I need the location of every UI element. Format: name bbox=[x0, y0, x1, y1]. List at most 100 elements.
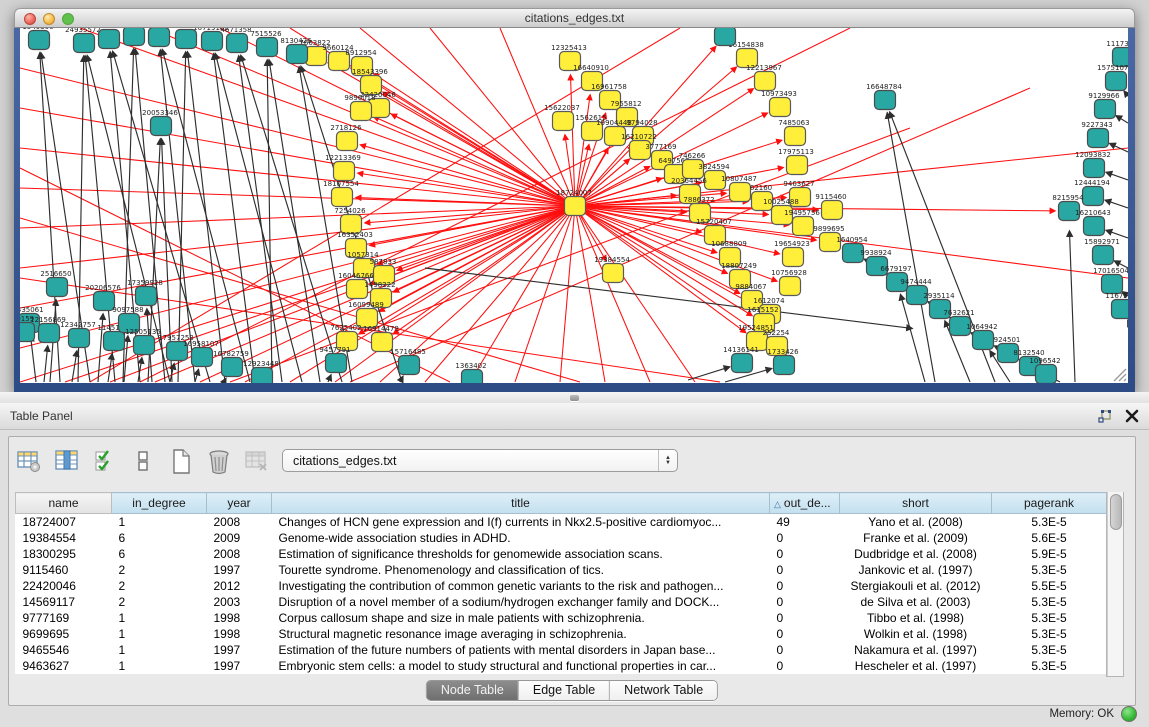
divider-handle-icon[interactable] bbox=[570, 395, 579, 401]
table-cell[interactable]: 6 bbox=[112, 546, 207, 562]
table-cell[interactable]: 5.3E-5 bbox=[992, 594, 1107, 610]
network-node[interactable] bbox=[553, 112, 574, 131]
network-node[interactable] bbox=[134, 336, 155, 355]
table-cell[interactable]: 14569117 bbox=[16, 594, 112, 610]
table-cell[interactable]: 9463627 bbox=[16, 658, 112, 674]
zoom-button[interactable] bbox=[62, 13, 74, 25]
table-cell[interactable]: 1997 bbox=[207, 658, 272, 674]
rows-icon[interactable] bbox=[129, 448, 156, 475]
table-cell[interactable]: 9699695 bbox=[16, 626, 112, 642]
table-cell[interactable]: Investigating the contribution of common… bbox=[272, 578, 770, 594]
network-node[interactable] bbox=[783, 248, 804, 267]
select-columns-icon[interactable] bbox=[53, 448, 80, 475]
table-cell[interactable]: Hescheler et al. (1997) bbox=[840, 658, 992, 674]
network-node[interactable] bbox=[39, 324, 60, 343]
network-node[interactable] bbox=[1106, 72, 1127, 91]
network-node[interactable] bbox=[257, 38, 278, 57]
table-cell[interactable]: 5.3E-5 bbox=[992, 562, 1107, 578]
network-node[interactable] bbox=[252, 368, 273, 384]
network-node[interactable] bbox=[202, 32, 223, 51]
network-node[interactable] bbox=[730, 183, 751, 202]
table-row[interactable]: 2242004622012Investigating the contribut… bbox=[16, 578, 1107, 594]
table-cell[interactable]: Nakamura et al. (1997) bbox=[840, 642, 992, 658]
tab-edge-table[interactable]: Edge Table bbox=[518, 681, 609, 700]
table-cell[interactable]: 19384554 bbox=[16, 530, 112, 546]
network-node[interactable] bbox=[351, 102, 372, 121]
table-row[interactable]: 1872400712008Changes of HCN gene express… bbox=[16, 514, 1107, 531]
table-cell[interactable]: 2 bbox=[112, 578, 207, 594]
combobox-stepper-icon[interactable]: ▲▼ bbox=[658, 450, 677, 471]
network-node[interactable] bbox=[74, 34, 95, 53]
network-node[interactable] bbox=[1036, 365, 1057, 384]
table-cell[interactable]: 5.9E-5 bbox=[992, 546, 1107, 562]
table-cell[interactable]: Embryonic stem cells: a model to study s… bbox=[272, 658, 770, 674]
network-node[interactable] bbox=[192, 348, 213, 367]
network-node[interactable] bbox=[780, 277, 801, 296]
network-node[interactable] bbox=[1095, 100, 1116, 119]
column-header-out-de-[interactable]: △out_de... bbox=[770, 493, 840, 514]
delete-icon[interactable] bbox=[205, 448, 232, 475]
column-header-in-degree[interactable]: in_degree bbox=[112, 493, 207, 514]
table-cell[interactable]: 9115460 bbox=[16, 562, 112, 578]
network-node[interactable] bbox=[774, 356, 795, 375]
table-cell[interactable]: 18724007 bbox=[16, 514, 112, 531]
network-node[interactable] bbox=[1084, 159, 1105, 178]
table-cell[interactable]: Franke et al. (2009) bbox=[840, 530, 992, 546]
table-cell[interactable]: Structural magnetic resonance image aver… bbox=[272, 626, 770, 642]
table-row[interactable]: 1938455462009Genome-wide association stu… bbox=[16, 530, 1107, 546]
network-node[interactable] bbox=[462, 370, 483, 384]
table-cell[interactable]: 5.5E-5 bbox=[992, 578, 1107, 594]
table-cell[interactable]: Jankovic et al. (1997) bbox=[840, 562, 992, 578]
table-cell[interactable]: 1997 bbox=[207, 642, 272, 658]
table-select-combobox[interactable]: citations_edges.txt ▲▼ bbox=[282, 449, 678, 472]
table-cell[interactable]: 0 bbox=[770, 658, 840, 674]
column-header-title[interactable]: title bbox=[272, 493, 770, 514]
table-cell[interactable]: 0 bbox=[770, 594, 840, 610]
table-cell[interactable]: Yano et al. (2008) bbox=[840, 514, 992, 531]
table-row[interactable]: 1830029562008Estimation of significance … bbox=[16, 546, 1107, 562]
table-cell[interactable]: de Silva et al. (2003) bbox=[840, 594, 992, 610]
network-node[interactable] bbox=[94, 292, 115, 311]
close-button[interactable] bbox=[24, 13, 36, 25]
table-cell[interactable]: 2 bbox=[112, 562, 207, 578]
table-cell[interactable]: 0 bbox=[770, 642, 840, 658]
table-cell[interactable]: 6 bbox=[112, 530, 207, 546]
table-cell[interactable]: Estimation of significance thresholds fo… bbox=[272, 546, 770, 562]
network-node[interactable] bbox=[222, 358, 243, 377]
network-node[interactable] bbox=[136, 287, 157, 306]
network-canvas[interactable]: 1872400776638229660124891295418543396224… bbox=[20, 28, 1128, 383]
network-node[interactable] bbox=[1093, 246, 1114, 265]
table-cell[interactable]: 2009 bbox=[207, 530, 272, 546]
table-cell[interactable]: Corpus callosum shape and size in male p… bbox=[272, 610, 770, 626]
table-cell[interactable]: 5.3E-5 bbox=[992, 610, 1107, 626]
table-cell[interactable]: 2012 bbox=[207, 578, 272, 594]
table-row[interactable]: 977716911998Corpus callosum shape and si… bbox=[16, 610, 1107, 626]
table-cell[interactable]: 1 bbox=[112, 658, 207, 674]
vertical-scrollbar[interactable] bbox=[1107, 492, 1123, 676]
network-node[interactable] bbox=[151, 117, 172, 136]
table-cell[interactable]: 1998 bbox=[207, 610, 272, 626]
network-node[interactable] bbox=[770, 98, 791, 117]
network-node[interactable] bbox=[104, 332, 125, 351]
row-select-icon[interactable] bbox=[91, 448, 118, 475]
table-cell[interactable]: Dudbridge et al. (2008) bbox=[840, 546, 992, 562]
network-node[interactable] bbox=[399, 356, 420, 375]
table-cell[interactable]: Wolkin et al. (1998) bbox=[840, 626, 992, 642]
network-node[interactable] bbox=[785, 127, 806, 146]
column-header-short[interactable]: short bbox=[840, 493, 992, 514]
table-row[interactable]: 1456911722003Disruption of a novel membe… bbox=[16, 594, 1107, 610]
network-node[interactable] bbox=[755, 72, 776, 91]
table-cell[interactable]: Stergiakouli et al. (2012) bbox=[840, 578, 992, 594]
table-cell[interactable]: 18300295 bbox=[16, 546, 112, 562]
network-node[interactable] bbox=[47, 278, 68, 297]
table-cell[interactable]: Disruption of a novel member of a sodium… bbox=[272, 594, 770, 610]
minimize-button[interactable] bbox=[43, 13, 55, 25]
network-node[interactable] bbox=[1083, 187, 1104, 206]
window-titlebar[interactable]: citations_edges.txt bbox=[14, 8, 1135, 28]
table-cell[interactable]: 0 bbox=[770, 546, 840, 562]
close-icon[interactable] bbox=[1125, 409, 1139, 423]
table-cell[interactable]: 2008 bbox=[207, 514, 272, 531]
column-header-year[interactable]: year bbox=[207, 493, 272, 514]
table-row[interactable]: 946362711997Embryonic stem cells: a mode… bbox=[16, 658, 1107, 674]
table-cell[interactable]: Genome-wide association studies in ADHD. bbox=[272, 530, 770, 546]
